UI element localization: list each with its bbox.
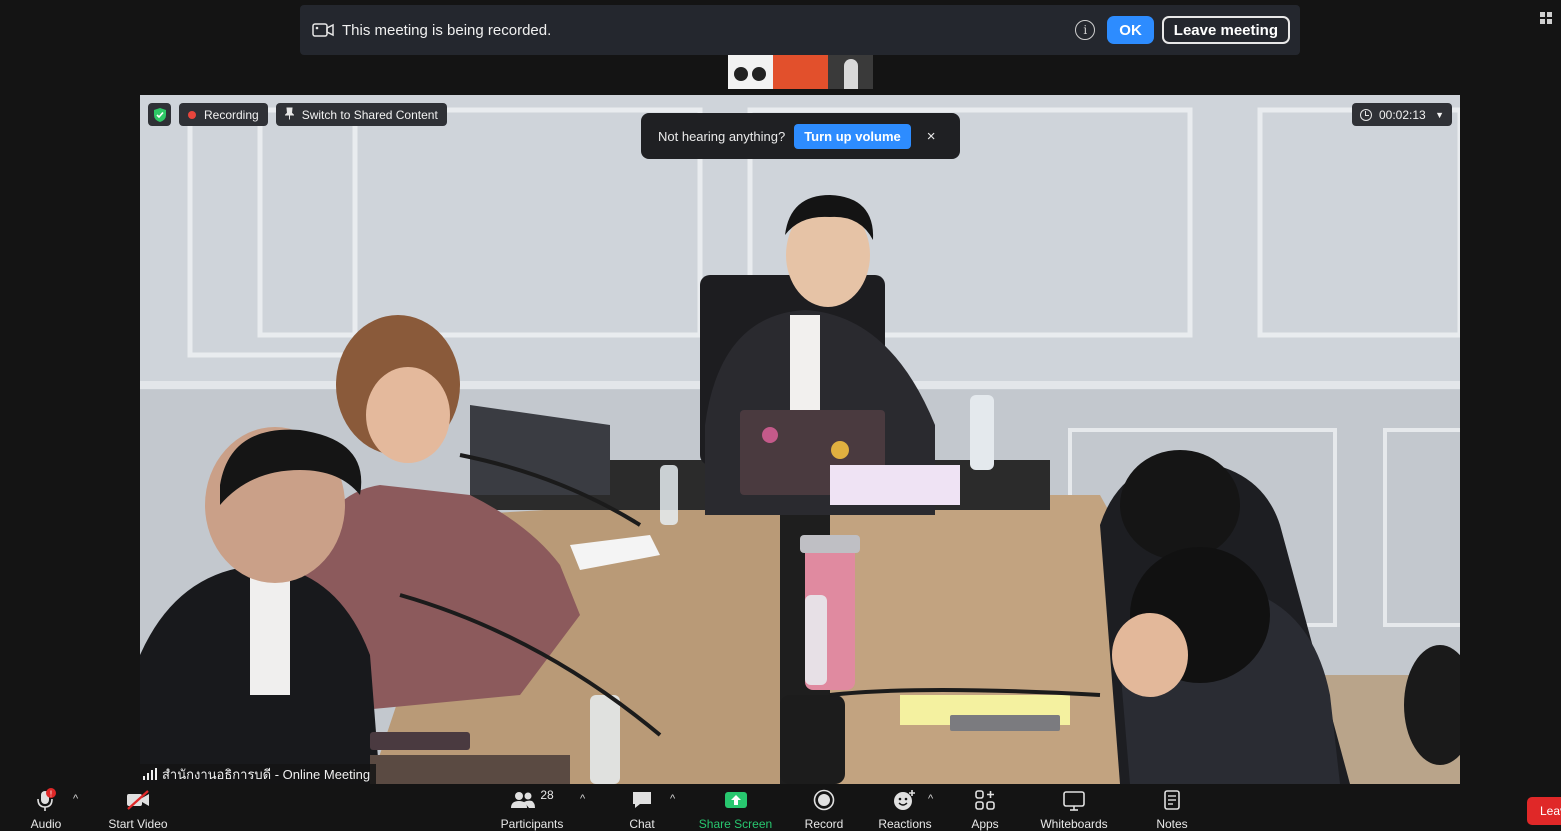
view-grid-icon[interactable]	[1540, 12, 1552, 24]
participant-thumbnail[interactable]	[728, 55, 873, 89]
apps-icon	[974, 788, 996, 812]
reactions-label: Reactions	[878, 817, 932, 831]
audio-prompt-text: Not hearing anything?	[658, 128, 786, 144]
microphone-icon: !	[35, 788, 57, 812]
share-screen-button[interactable]: Share Screen	[698, 788, 773, 831]
turn-up-volume-button[interactable]: Turn up volume	[794, 123, 911, 149]
recording-label: Recording	[204, 107, 259, 122]
audio-options-chevron-icon[interactable]: ^	[73, 793, 78, 805]
meeting-toolbar: ! Audio ^ Start Video 28 Participants ^ …	[0, 784, 1561, 831]
whiteboards-button[interactable]: Whiteboards	[1036, 788, 1112, 831]
info-icon[interactable]: i	[1075, 20, 1096, 40]
reactions-options-chevron-icon[interactable]: ^	[928, 793, 933, 805]
notes-button[interactable]: Notes	[1153, 788, 1191, 831]
clock-icon	[1360, 108, 1372, 121]
meeting-room-video-image	[140, 95, 1460, 784]
whiteboard-icon	[1062, 788, 1086, 812]
share-screen-icon	[724, 788, 748, 812]
participant-name: สำนักงานอธิการบดี - Online Meeting	[162, 766, 371, 782]
recording-timer[interactable]: 00:02:13 ▼	[1352, 103, 1452, 126]
participants-options-chevron-icon[interactable]: ^	[580, 793, 585, 805]
ok-button[interactable]: OK	[1107, 16, 1154, 44]
apps-button[interactable]: Apps	[966, 788, 1004, 831]
apps-label: Apps	[971, 817, 999, 831]
chat-button[interactable]: Chat	[625, 788, 659, 831]
record-label: Record	[804, 817, 844, 831]
smiley-plus-icon	[893, 788, 917, 812]
video-camera-icon	[312, 23, 334, 37]
video-top-left-controls: Recording Switch to Shared Content	[148, 103, 447, 126]
leave-button[interactable]: Leave	[1527, 797, 1561, 825]
leave-meeting-button[interactable]: Leave meeting	[1161, 16, 1290, 44]
recording-dot-icon	[188, 110, 196, 119]
participants-button[interactable]: 28 Participants	[496, 788, 568, 831]
chat-label: Chat	[629, 817, 655, 831]
start-video-button[interactable]: Start Video	[103, 788, 173, 831]
participants-icon: 28	[510, 788, 554, 812]
participant-name-tag: สำนักงานอธิการบดี - Online Meeting	[140, 764, 377, 784]
chevron-down-icon[interactable]: ▼	[1435, 110, 1444, 120]
recording-indicator[interactable]: Recording	[179, 103, 268, 126]
share-screen-label: Share Screen	[698, 817, 773, 831]
timer-value: 00:02:13	[1379, 107, 1426, 122]
notes-icon	[1162, 788, 1182, 812]
main-video-feed	[140, 95, 1460, 784]
chat-bubble-icon	[631, 788, 653, 812]
security-shield-icon[interactable]	[148, 103, 171, 126]
record-icon	[813, 788, 835, 812]
pin-icon	[283, 107, 295, 123]
participants-count: 28	[540, 788, 554, 802]
switch-to-shared-content-label: Switch to Shared Content	[301, 107, 438, 122]
reactions-button[interactable]: Reactions	[875, 788, 935, 831]
recording-notice-banner: This meeting is being recorded. i OK Lea…	[300, 5, 1300, 55]
participants-label: Participants	[500, 817, 564, 831]
audio-button[interactable]: ! Audio	[26, 788, 66, 831]
zoom-meeting-window: This meeting is being recorded. i OK Lea…	[0, 0, 1561, 831]
svg-text:!: !	[50, 790, 52, 799]
switch-to-shared-content-button[interactable]: Switch to Shared Content	[275, 103, 447, 126]
notes-label: Notes	[1156, 817, 1188, 831]
whiteboards-label: Whiteboards	[1040, 817, 1108, 831]
recording-notice-text: This meeting is being recorded.	[342, 21, 552, 39]
audio-prompt-popup: Not hearing anything? Turn up volume ×	[641, 113, 960, 159]
video-off-icon	[124, 788, 152, 812]
start-video-label: Start Video	[108, 817, 168, 831]
record-button[interactable]: Record	[802, 788, 846, 831]
chat-options-chevron-icon[interactable]: ^	[670, 793, 675, 805]
close-icon[interactable]: ×	[927, 128, 936, 145]
audio-label: Audio	[30, 817, 62, 831]
signal-strength-icon	[143, 768, 157, 780]
